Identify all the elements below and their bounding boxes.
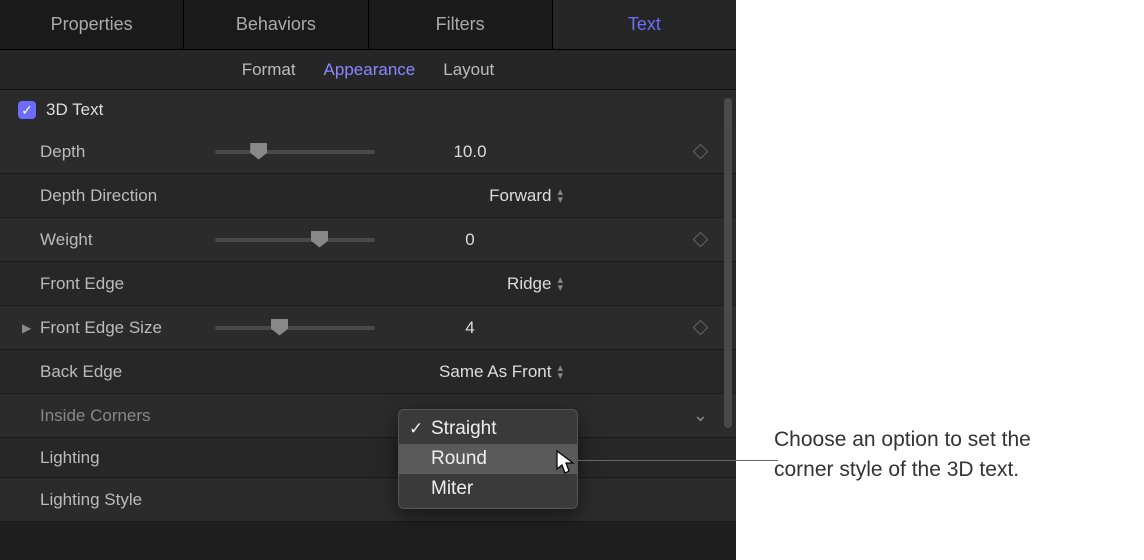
updown-icon: ▴▾ — [557, 276, 563, 292]
label-depth-direction: Depth Direction — [40, 186, 215, 206]
row-front-edge: Front Edge Ridge ▴▾ — [0, 262, 736, 306]
value-depth-direction: Forward — [489, 186, 551, 206]
slider-thumb-weight[interactable] — [311, 231, 328, 248]
dropdown-back-edge[interactable]: Same As Front ▴▾ — [215, 362, 718, 382]
disclosure-front-edge-size[interactable]: ▶ — [22, 321, 31, 335]
dropdown-front-edge[interactable]: Ridge ▴▾ — [215, 274, 718, 294]
section-3d-text: ✓ 3D Text — [0, 90, 736, 130]
dropdown-depth-direction[interactable]: Forward ▴▾ — [215, 186, 718, 206]
label-back-edge: Back Edge — [40, 362, 215, 382]
label-lighting: Lighting — [40, 448, 100, 468]
parameter-rows: Depth 10.0 Depth Direction Forward ▴▾ We… — [0, 130, 736, 522]
value-weight[interactable]: 0 — [395, 230, 545, 250]
slider-thumb-depth[interactable] — [250, 143, 267, 160]
row-depth: Depth 10.0 — [0, 130, 736, 174]
value-front-edge-size[interactable]: 4 — [395, 318, 545, 338]
tab-behaviors[interactable]: Behaviors — [184, 0, 368, 49]
annotation-leader-line — [578, 460, 778, 461]
keyframe-weight[interactable] — [693, 232, 709, 248]
subtab-appearance[interactable]: Appearance — [324, 60, 416, 80]
section-title: 3D Text — [46, 100, 103, 120]
subtab-bar: Format Appearance Layout — [0, 50, 736, 90]
label-inside-corners: Inside Corners — [40, 406, 215, 426]
updown-icon: ▴▾ — [557, 188, 563, 204]
row-front-edge-size: ▶ Front Edge Size 4 — [0, 306, 736, 350]
keyframe-depth[interactable] — [693, 144, 709, 160]
tab-text[interactable]: Text — [553, 0, 736, 49]
value-depth[interactable]: 10.0 — [395, 142, 545, 162]
subtab-layout[interactable]: Layout — [443, 60, 494, 80]
label-depth: Depth — [40, 142, 215, 162]
keyframe-front-edge-size[interactable] — [693, 320, 709, 336]
scrollbar[interactable] — [724, 98, 732, 428]
popup-label-miter: Miter — [431, 478, 473, 500]
label-front-edge-size: Front Edge Size — [40, 318, 215, 338]
annotation-line2: corner style of the 3D text. — [774, 458, 1019, 481]
popup-item-round[interactable]: Round — [399, 444, 577, 474]
checkbox-3d-text[interactable]: ✓ — [18, 101, 36, 119]
slider-weight[interactable] — [215, 238, 375, 242]
row-lighting-section: Lighting — [0, 438, 736, 478]
row-inside-corners: Inside Corners ⌄ — [0, 394, 736, 438]
row-lighting-style: Lighting Style Standard ▴▾ — [0, 478, 736, 522]
inspector-panel: Properties Behaviors Filters Text Format… — [0, 0, 736, 560]
subtab-format[interactable]: Format — [242, 60, 296, 80]
row-weight: Weight 0 — [0, 218, 736, 262]
tab-filters[interactable]: Filters — [369, 0, 553, 49]
row-depth-direction: Depth Direction Forward ▴▾ — [0, 174, 736, 218]
slider-depth[interactable] — [215, 150, 375, 154]
tab-bar: Properties Behaviors Filters Text — [0, 0, 736, 50]
label-weight: Weight — [40, 230, 215, 250]
row-back-edge: Back Edge Same As Front ▴▾ — [0, 350, 736, 394]
tab-properties[interactable]: Properties — [0, 0, 184, 49]
popup-label-straight: Straight — [431, 418, 496, 440]
popup-item-miter[interactable]: Miter — [399, 474, 577, 504]
annotation-line1: Choose an option to set the — [774, 428, 1031, 451]
popup-item-straight[interactable]: ✓ Straight — [399, 414, 577, 444]
popup-inside-corners: ✓ Straight Round Miter — [398, 409, 578, 509]
updown-icon: ▴▾ — [557, 364, 563, 380]
popup-label-round: Round — [431, 448, 487, 470]
slider-thumb-front-edge-size[interactable] — [271, 319, 288, 336]
chevron-down-icon[interactable]: ⌄ — [693, 405, 708, 426]
label-lighting-style: Lighting Style — [40, 490, 215, 510]
label-front-edge: Front Edge — [40, 274, 215, 294]
check-icon: ✓ — [409, 419, 431, 439]
annotation-text: Choose an option to set the corner style… — [774, 425, 1031, 486]
slider-front-edge-size[interactable] — [215, 326, 375, 330]
value-back-edge: Same As Front — [439, 362, 551, 382]
value-front-edge: Ridge — [507, 274, 551, 294]
